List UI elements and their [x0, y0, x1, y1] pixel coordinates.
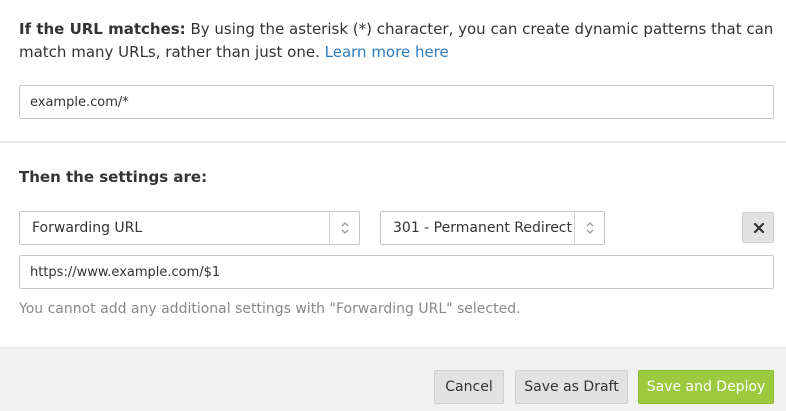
url-match-description: If the URL matches: By using the asteris… — [19, 18, 779, 64]
save-and-deploy-button[interactable]: Save and Deploy — [638, 370, 774, 404]
url-match-section: If the URL matches: By using the asteris… — [0, 0, 786, 141]
section-divider — [0, 141, 786, 143]
select-arrows-icon — [329, 212, 359, 244]
setting-select-value: Forwarding URL — [32, 220, 143, 236]
status-code-select-value: 301 - Permanent Redirect — [393, 220, 572, 236]
settings-note: You cannot add any additional settings w… — [19, 301, 521, 317]
remove-setting-button[interactable] — [742, 212, 774, 243]
cancel-button[interactable]: Cancel — [434, 370, 504, 404]
close-icon — [753, 222, 765, 234]
url-match-label: If the URL matches: — [19, 20, 186, 38]
setting-select[interactable]: Forwarding URL — [19, 211, 360, 245]
settings-title: Then the settings are: — [19, 168, 208, 186]
destination-url-input[interactable] — [19, 255, 774, 289]
select-arrows-icon — [574, 212, 604, 244]
save-as-draft-button[interactable]: Save as Draft — [515, 370, 628, 404]
url-pattern-input[interactable] — [19, 85, 774, 119]
learn-more-link[interactable]: Learn more here — [325, 43, 449, 61]
status-code-select[interactable]: 301 - Permanent Redirect — [380, 211, 605, 245]
footer-bar: Cancel Save as Draft Save and Deploy — [0, 347, 786, 411]
